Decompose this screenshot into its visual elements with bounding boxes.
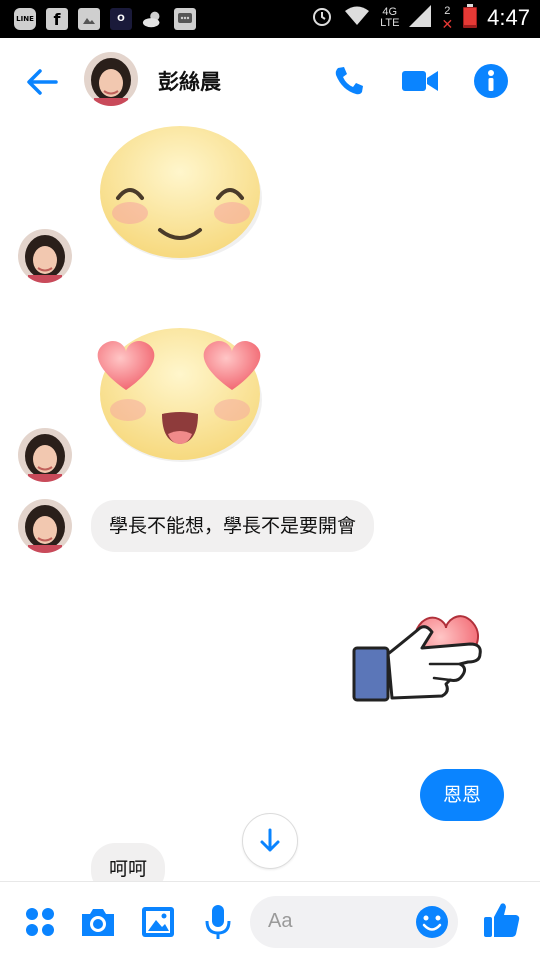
back-arrow-icon [27, 69, 58, 95]
thumbs-up-heart-sticker[interactable] [350, 604, 490, 710]
no-signal-icon: ✕ [441, 15, 454, 32]
call-button[interactable] [330, 62, 368, 100]
camera-icon [82, 909, 114, 936]
chat-notification-icon [174, 8, 196, 30]
notification-icons: LINE f O [14, 8, 196, 30]
back-button[interactable] [22, 62, 62, 102]
facebook-icon: f [46, 8, 68, 30]
sim-indicator: 2 ✕ [441, 4, 454, 32]
message-input-placeholder: Aa [268, 910, 293, 932]
messenger-app-icon: O [110, 8, 132, 30]
info-button[interactable] [472, 62, 510, 100]
video-camera-icon [402, 71, 438, 91]
scroll-to-bottom-button[interactable] [242, 813, 298, 869]
voice-button[interactable] [198, 902, 238, 942]
line-app-icon: LINE [14, 8, 36, 30]
heart-eyes-face-sticker[interactable] [90, 318, 275, 472]
contact-avatar[interactable] [18, 229, 72, 283]
alarm-icon [310, 4, 334, 32]
more-icon [26, 908, 54, 936]
battery-icon [463, 4, 478, 32]
system-status: 4G LTE 2 ✕ 4:47 [310, 4, 530, 32]
info-icon [474, 64, 508, 98]
like-icon [484, 903, 520, 937]
video-call-button[interactable] [400, 62, 438, 100]
microphone-icon [205, 905, 231, 939]
conversation-header: 彭絲晨 [0, 38, 540, 124]
outgoing-message[interactable]: 恩恩 [420, 769, 504, 821]
arrow-down-icon [260, 828, 280, 852]
image-icon [142, 907, 174, 937]
message-input[interactable]: Aa [250, 896, 458, 948]
emoji-icon[interactable] [414, 904, 450, 940]
gallery-icon [78, 8, 100, 30]
composer-bar: Aa [0, 881, 540, 961]
camera-button[interactable] [78, 902, 118, 942]
contact-avatar[interactable] [18, 428, 72, 482]
more-actions-button[interactable] [20, 902, 60, 942]
contact-avatar[interactable] [84, 52, 138, 106]
contact-name[interactable]: 彭絲晨 [158, 66, 221, 96]
incoming-message[interactable]: 學長不能想，學長不是要開會 [91, 500, 375, 552]
contact-avatar[interactable] [18, 499, 72, 553]
wifi-icon [344, 5, 370, 31]
network-type: 4G LTE [380, 6, 400, 29]
phone-icon [335, 67, 363, 95]
signal-icon [409, 5, 432, 31]
status-bar: LINE f O 4G LTE 2 ✕ 4:47 [0, 0, 540, 38]
weather-icon [142, 8, 164, 30]
like-button[interactable] [482, 900, 522, 940]
clock: 4:47 [487, 5, 530, 30]
smiling-face-sticker[interactable] [92, 118, 272, 272]
gallery-button[interactable] [138, 902, 178, 942]
